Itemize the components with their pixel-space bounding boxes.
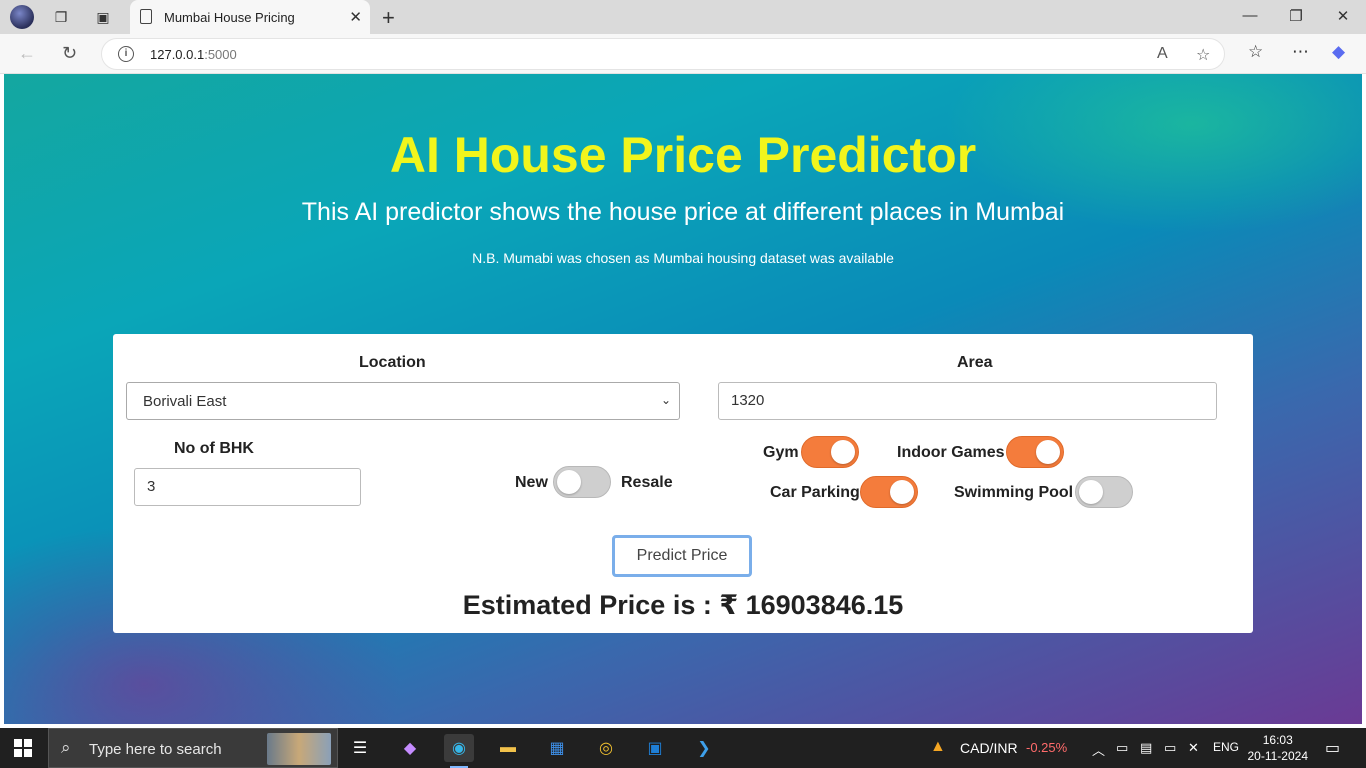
swimming-pool-toggle[interactable] [1075, 476, 1133, 508]
read-aloud-icon[interactable]: A [1157, 45, 1168, 63]
page-title: AI House Price Predictor [389, 127, 977, 183]
page-subtitle: This AI predictor shows the house price … [301, 198, 1065, 226]
page-icon [140, 9, 152, 24]
task-view-icon[interactable]: ☰ [345, 734, 375, 762]
swimming-pool-label: Swimming Pool [954, 484, 1074, 501]
location-value: Borivali East [143, 393, 227, 410]
bhk-label: No of BHK [174, 440, 254, 457]
search-placeholder: Type here to search [89, 741, 222, 758]
new-resale-toggle[interactable] [553, 466, 611, 498]
close-window-icon[interactable]: ✕ [1333, 7, 1353, 25]
back-icon[interactable]: ← [18, 43, 36, 64]
windows-taskbar: ⌕ Type here to search ☰ ◆ ◉ ▬ ▦ ◎ ▣ ❯ ▲ … [0, 728, 1366, 768]
area-label: Area [957, 354, 993, 371]
gym-label: Gym [763, 444, 799, 461]
chevron-down-icon: ⌄ [660, 393, 671, 407]
minimize-icon[interactable]: — [1240, 7, 1260, 24]
toggle-knob [831, 440, 855, 464]
restore-icon[interactable]: ❐ [1286, 7, 1306, 25]
copilot-app-icon[interactable]: ◆ [395, 734, 425, 762]
new-label: New [515, 474, 548, 491]
language-indicator[interactable]: ENG [1213, 740, 1239, 754]
toggle-knob [557, 470, 581, 494]
store-icon[interactable]: ▦ [542, 734, 572, 762]
url-bar[interactable]: i 127.0.0.1:5000 A ☆ [101, 38, 1225, 70]
toggle-knob [1079, 480, 1103, 504]
indoor-games-toggle[interactable] [1006, 436, 1064, 468]
windows-start-icon[interactable] [14, 739, 32, 757]
site-info-icon[interactable]: i [118, 46, 134, 62]
favorite-star-icon[interactable]: ☆ [1196, 45, 1210, 65]
new-tab-icon[interactable]: + [382, 5, 395, 31]
tab-title: Mumbai House Pricing [164, 10, 295, 25]
search-icon: ⌕ [61, 738, 71, 757]
file-explorer-icon[interactable]: ▬ [493, 734, 523, 762]
refresh-icon[interactable]: ↻ [62, 43, 77, 64]
notifications-icon[interactable]: ▭ [1325, 738, 1340, 758]
car-parking-label: Car Parking [770, 484, 860, 501]
toggle-knob [1036, 440, 1060, 464]
ticker-change: -0.25% [1026, 740, 1068, 755]
page-background: AI House Price Predictor This AI predict… [4, 74, 1362, 724]
location-label: Location [359, 354, 426, 371]
page-note: N.B. Mumabi was chosen as Mumbai housing… [472, 250, 894, 266]
address-toolbar: ← ↻ i 127.0.0.1:5000 A ☆ ☆ ⋯ ◆ [0, 34, 1366, 74]
profile-avatar[interactable] [10, 5, 34, 29]
bhk-input[interactable]: 3 [134, 468, 361, 506]
volume-muted-icon[interactable]: ✕ [1188, 740, 1199, 756]
vscode-icon[interactable]: ❯ [689, 734, 719, 762]
clock[interactable]: 16:03 20-11-2024 [1248, 732, 1309, 764]
search-highlight-image [267, 733, 331, 765]
workspaces-icon[interactable]: ❐ [50, 6, 72, 28]
url-text[interactable]: 127.0.0.1:5000 [150, 47, 237, 62]
chrome-icon[interactable]: ◎ [591, 734, 621, 762]
copilot-icon[interactable]: ◆ [1332, 42, 1345, 62]
browser-tab-bar: ❐ ▣ Mumbai House Pricing ✕ + — ❐ ✕ [0, 0, 1366, 34]
display-icon[interactable]: ▭ [1164, 740, 1176, 756]
clock-date: 20-11-2024 [1247, 749, 1309, 763]
show-hidden-icons[interactable]: ︿ [1092, 740, 1105, 759]
resale-label: Resale [621, 474, 673, 491]
area-input[interactable]: 1320 [718, 382, 1217, 420]
clock-time: 16:03 [1262, 733, 1293, 747]
gym-toggle[interactable] [801, 436, 859, 468]
ticker-name[interactable]: CAD/INR [960, 740, 1018, 756]
taskbar-search[interactable]: ⌕ Type here to search [48, 728, 338, 768]
browser-tab[interactable]: Mumbai House Pricing ✕ [130, 0, 370, 34]
car-parking-toggle[interactable] [860, 476, 918, 508]
location-select[interactable]: Borivali East ⌄ [126, 382, 680, 420]
close-tab-icon[interactable]: ✕ [349, 8, 362, 26]
estimated-price: Estimated Price is : ₹ 16903846.15 [462, 590, 904, 620]
toggle-knob [890, 480, 914, 504]
finance-widget-icon[interactable]: ▲ [930, 738, 946, 756]
predict-price-button[interactable]: Predict Price [612, 535, 752, 577]
indoor-games-label: Indoor Games [897, 444, 1005, 461]
edge-browser-icon[interactable]: ◉ [444, 734, 474, 768]
network-icon[interactable]: ▤ [1140, 740, 1152, 756]
tab-actions-icon[interactable]: ▣ [92, 6, 114, 28]
more-menu-icon[interactable]: ⋯ [1292, 42, 1309, 62]
meet-icon[interactable]: ▭ [1116, 740, 1128, 756]
favorites-icon[interactable]: ☆ [1248, 42, 1263, 62]
outlook-icon[interactable]: ▣ [640, 734, 670, 762]
predictor-form: Location Borivali East ⌄ Area 1320 No of… [113, 334, 1253, 633]
